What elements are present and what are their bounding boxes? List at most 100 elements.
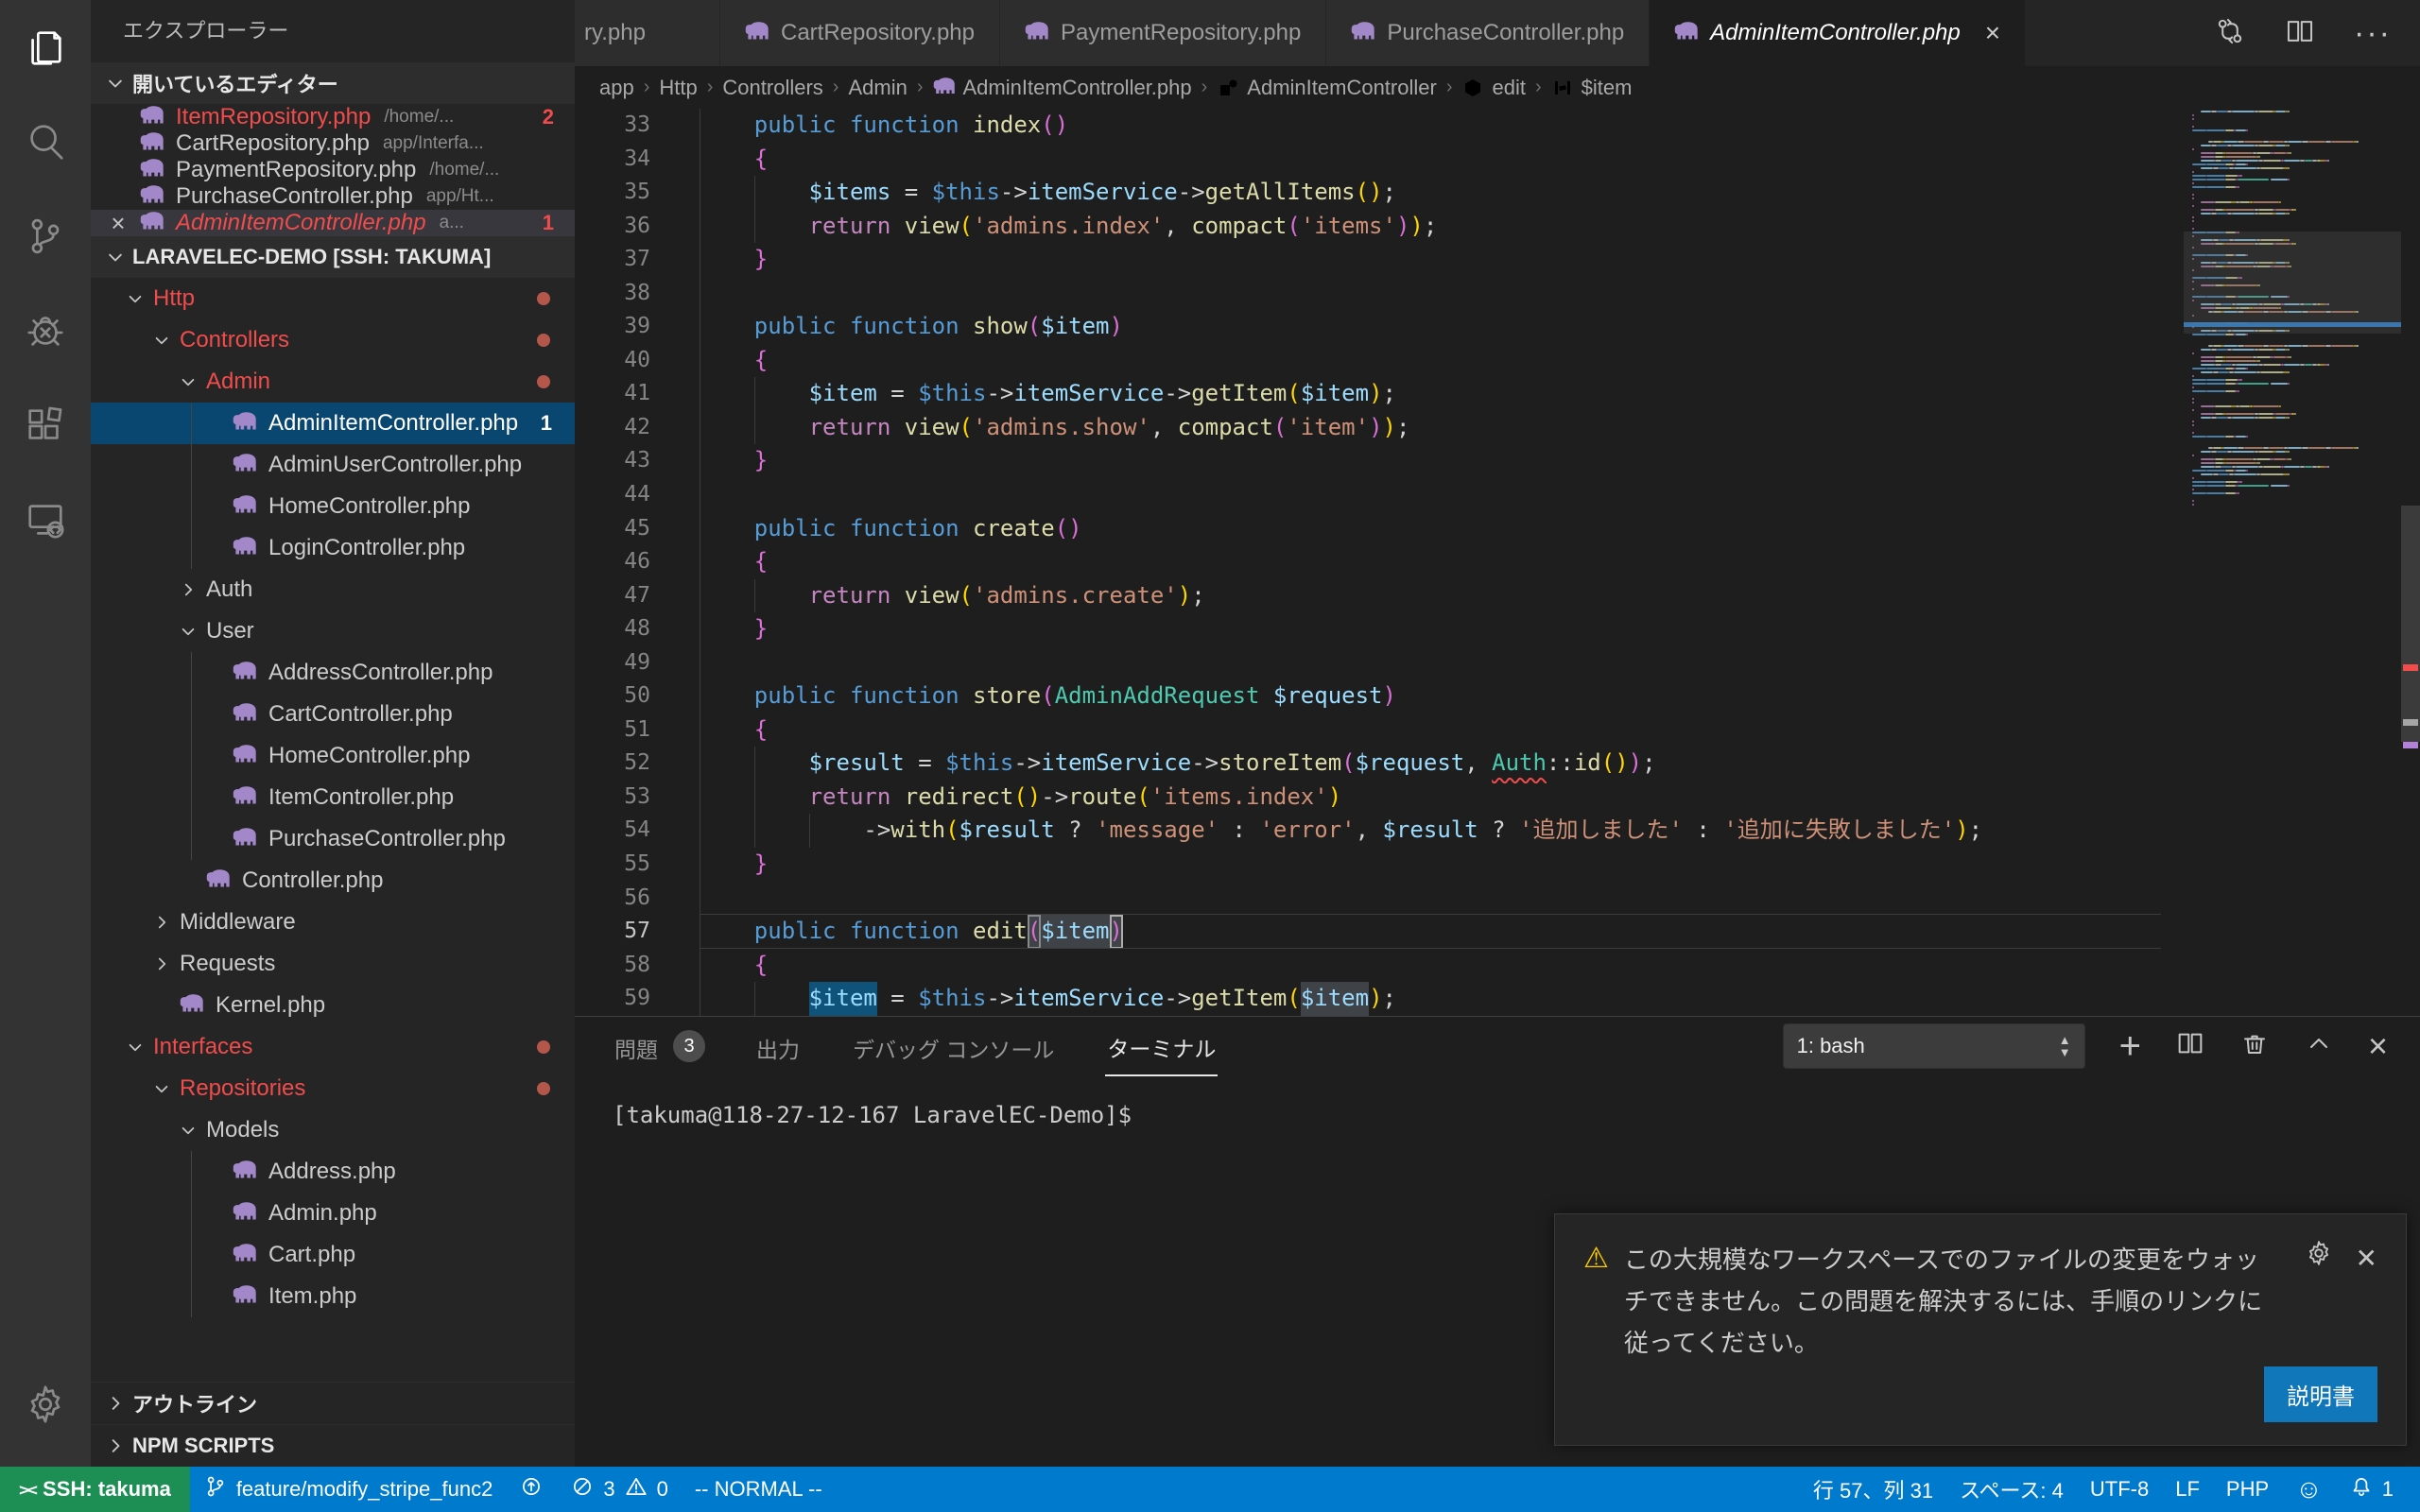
activitybar-source-control[interactable] xyxy=(0,189,91,284)
tree-item-logincontroller-php[interactable]: LoginController.php xyxy=(91,527,575,569)
breadcrumb-item-http[interactable]: Http xyxy=(659,76,697,100)
code-line-37[interactable]: 37 } xyxy=(575,243,2420,277)
language-mode[interactable]: PHP xyxy=(2213,1467,2282,1512)
tree-item-adminitemcontroller-php[interactable]: AdminItemController.php1 xyxy=(91,403,575,444)
workspace-header[interactable]: LARAVELEC-DEMO [SSH: TAKUMA] xyxy=(91,236,575,278)
notification-close-icon[interactable]: ✕ xyxy=(2356,1239,2377,1279)
code-line-48[interactable]: 48 } xyxy=(575,612,2420,646)
kill-terminal-icon[interactable] xyxy=(2239,1028,2270,1064)
editor-tab-purchasecontroller-php[interactable]: PurchaseController.php xyxy=(1326,0,1650,66)
editor-tab-paymentrepository-php[interactable]: PaymentRepository.php xyxy=(1000,0,1326,66)
activitybar-extensions[interactable] xyxy=(0,378,91,472)
problems[interactable]: 30 xyxy=(557,1467,682,1512)
tree-item-kernel-php[interactable]: Kernel.php xyxy=(91,985,575,1026)
code-line-36[interactable]: 36 return view('admins.index', compact('… xyxy=(575,210,2420,244)
npm-scripts-header[interactable]: NPM SCRIPTS xyxy=(91,1424,575,1467)
editor-tab-cartrepository-php[interactable]: CartRepository.php xyxy=(720,0,1000,66)
feedback[interactable]: ☺ xyxy=(2282,1467,2336,1512)
code-line-35[interactable]: 35 $items = $this->itemService->getAllIt… xyxy=(575,176,2420,210)
panel-tab-デバッグ-コンソール[interactable]: デバッグ コンソール xyxy=(851,1017,1056,1075)
breadcrumb-item-adminitemcontroller-php[interactable]: AdminItemController.php xyxy=(933,76,1192,100)
manual-button[interactable]: 説明書 xyxy=(2264,1366,2377,1422)
code-line-40[interactable]: 40 { xyxy=(575,344,2420,378)
activitybar-debug[interactable] xyxy=(0,284,91,378)
open-changes-icon[interactable] xyxy=(2214,15,2246,52)
code-line-54[interactable]: 54 ->with($result ? 'message' : 'error',… xyxy=(575,814,2420,848)
split-editor-icon[interactable] xyxy=(2284,15,2316,52)
open-editor-item[interactable]: PaymentRepository.php/home/... xyxy=(91,157,575,183)
open-editor-item[interactable]: PurchaseController.phpapp/Ht... xyxy=(91,183,575,210)
minimap[interactable] xyxy=(2184,111,2401,1014)
indentation[interactable]: スペース: 4 xyxy=(1946,1467,2077,1512)
tree-item-user[interactable]: User xyxy=(91,610,575,652)
code-line-55[interactable]: 55 } xyxy=(575,848,2420,882)
panel-tab-出力[interactable]: 出力 xyxy=(754,1017,802,1075)
tree-item-cart-php[interactable]: Cart.php xyxy=(91,1234,575,1276)
code-editor[interactable]: 33 public function index()34 {35 $items … xyxy=(575,109,2420,1016)
code-line-44[interactable]: 44 xyxy=(575,478,2420,512)
more-actions-icon[interactable]: ··· xyxy=(2354,24,2392,43)
code-line-59[interactable]: 59 $item = $this->itemService->getItem($… xyxy=(575,982,2420,1016)
code-line-47[interactable]: 47 return view('admins.create'); xyxy=(575,579,2420,613)
activitybar-search[interactable] xyxy=(0,94,91,189)
code-line-45[interactable]: 45 public function create() xyxy=(575,512,2420,546)
panel-tab-ターミナル[interactable]: ターミナル xyxy=(1105,1017,1218,1075)
breadcrumb-item-edit[interactable]: edit xyxy=(1461,76,1525,100)
editor-tab-ry-php[interactable]: ry.php xyxy=(575,0,720,66)
tree-item-models[interactable]: Models xyxy=(91,1109,575,1151)
outline-header[interactable]: アウトライン xyxy=(91,1382,575,1424)
maximize-panel-icon[interactable] xyxy=(2304,1028,2334,1064)
code-line-53[interactable]: 53 return redirect()->route('items.index… xyxy=(575,781,2420,815)
split-terminal-icon[interactable] xyxy=(2175,1028,2205,1064)
activitybar-settings[interactable] xyxy=(0,1357,91,1452)
code-line-50[interactable]: 50 public function store(AdminAddRequest… xyxy=(575,679,2420,713)
code-line-43[interactable]: 43 } xyxy=(575,444,2420,478)
remote-indicator[interactable]: ><SSH: takuma xyxy=(0,1467,190,1512)
activitybar-remote-explorer[interactable] xyxy=(0,472,91,567)
tree-item-address-php[interactable]: Address.php xyxy=(91,1151,575,1193)
close-panel-icon[interactable]: × xyxy=(2368,1031,2388,1061)
breadcrumb-item-app[interactable]: app xyxy=(599,76,634,100)
code-line-57[interactable]: 57 public function edit($item) xyxy=(575,915,2420,949)
minimap-slider[interactable] xyxy=(2184,232,2401,334)
tree-item-purchasecontroller-php[interactable]: PurchaseController.php xyxy=(91,818,575,860)
new-terminal-icon[interactable]: + xyxy=(2119,1031,2141,1061)
code-line-38[interactable]: 38 xyxy=(575,277,2420,311)
cursor-position[interactable]: 行 57、列 31 xyxy=(1800,1467,1946,1512)
tree-item-interfaces[interactable]: Interfaces xyxy=(91,1026,575,1068)
activitybar-explorer[interactable] xyxy=(0,0,91,94)
code-line-42[interactable]: 42 return view('admins.show', compact('i… xyxy=(575,411,2420,445)
code-line-58[interactable]: 58 { xyxy=(575,949,2420,983)
sync-changes[interactable] xyxy=(506,1467,557,1512)
code-line-46[interactable]: 46 { xyxy=(575,545,2420,579)
tree-item-controllers[interactable]: Controllers xyxy=(91,319,575,361)
breadcrumb-item-controllers[interactable]: Controllers xyxy=(722,76,822,100)
tree-item-requests[interactable]: Requests xyxy=(91,943,575,985)
code-line-39[interactable]: 39 public function show($item) xyxy=(575,310,2420,344)
code-line-34[interactable]: 34 { xyxy=(575,143,2420,177)
tree-item-admin[interactable]: Admin xyxy=(91,361,575,403)
code-line-56[interactable]: 56 xyxy=(575,882,2420,916)
tree-item-admin-php[interactable]: Admin.php xyxy=(91,1193,575,1234)
code-line-51[interactable]: 51 { xyxy=(575,713,2420,747)
encoding[interactable]: UTF-8 xyxy=(2077,1467,2162,1512)
notification-settings-gear-icon[interactable] xyxy=(2305,1239,2333,1279)
tree-item-http[interactable]: Http xyxy=(91,278,575,319)
tree-item-itemcontroller-php[interactable]: ItemController.php xyxy=(91,777,575,818)
eol[interactable]: LF xyxy=(2162,1467,2213,1512)
close-icon[interactable]: × xyxy=(1985,18,2000,48)
code-line-49[interactable]: 49 xyxy=(575,646,2420,680)
close-icon[interactable]: × xyxy=(106,211,130,235)
notifications-bell[interactable]: 1 xyxy=(2336,1467,2407,1512)
breadcrumb-item-admin[interactable]: Admin xyxy=(848,76,907,100)
open-editor-item[interactable]: CartRepository.phpapp/Interfa... xyxy=(91,130,575,157)
terminal-output[interactable]: [takuma@118-27-12-167 LaravelEC-Demo]$ xyxy=(575,1075,2420,1128)
tree-item-cartcontroller-php[interactable]: CartController.php xyxy=(91,694,575,735)
vim-mode[interactable]: -- NORMAL -- xyxy=(682,1467,836,1512)
git-branch[interactable]: feature/modify_stripe_func2 xyxy=(190,1467,507,1512)
code-line-52[interactable]: 52 $result = $this->itemService->storeIt… xyxy=(575,747,2420,781)
open-editor-item[interactable]: ItemRepository.php/home/...2 xyxy=(91,104,575,130)
tree-item-item-php[interactable]: Item.php xyxy=(91,1276,575,1317)
tree-item-addresscontroller-php[interactable]: AddressController.php xyxy=(91,652,575,694)
editor-tab-adminitemcontroller-php[interactable]: AdminItemController.php× xyxy=(1650,0,2026,66)
